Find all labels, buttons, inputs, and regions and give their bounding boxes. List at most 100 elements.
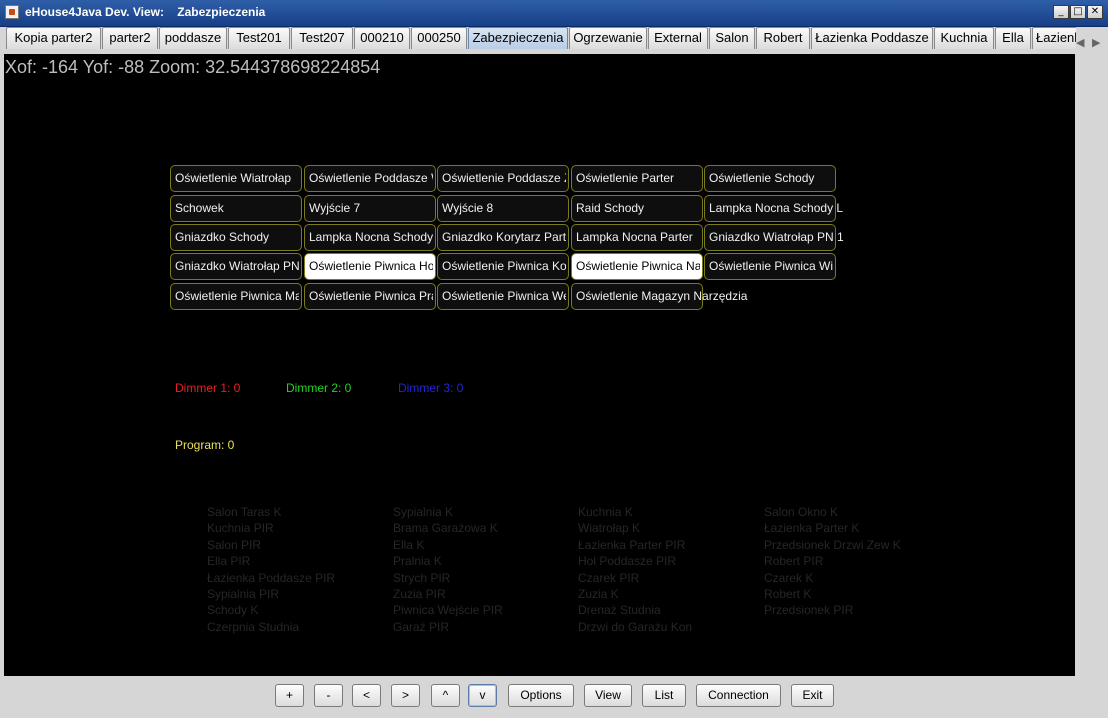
pan-left-button[interactable]: <: [352, 684, 381, 707]
dimmer-1-readout[interactable]: Dimmer 1: 0: [175, 381, 240, 395]
exit-button[interactable]: Exit: [791, 684, 834, 707]
tab-test201[interactable]: Test201: [228, 27, 290, 49]
java-app-icon: [5, 5, 19, 19]
sensor-item: Zuzia K: [578, 587, 619, 601]
output-label: Oświetlenie Poddasze Wejście: [309, 171, 433, 185]
output-label: Gniazdko Wiatrołap PN 1: [709, 230, 844, 244]
sensor-item: Wiatrołap K: [578, 521, 641, 536]
dimmer-2-readout[interactable]: Dimmer 2: 0: [286, 381, 351, 395]
output-button[interactable]: Oświetlenie Schody: [704, 165, 836, 192]
tab-salon[interactable]: Salon: [709, 27, 755, 49]
output-button[interactable]: Oświetlenie Poddasze Wejście: [304, 165, 436, 192]
output-button[interactable]: Oświetlenie Piwnica Wino: [704, 253, 836, 280]
sensor-item: Sypialnia K: [393, 505, 454, 519]
sensor-item: Zuzia PIR: [393, 587, 446, 601]
output-label: Gniazdko Wiatrołap PN 2: [175, 259, 299, 273]
output-button[interactable]: Lampka Nocna Schody P: [304, 224, 436, 251]
output-button[interactable]: Oświetlenie Piwnica Magazyn: [170, 283, 302, 310]
tab-ella[interactable]: Ella: [995, 27, 1031, 49]
output-button[interactable]: Oświetlenie Piwnica Hol: [304, 253, 436, 280]
sensor-item: Łazienka Parter PIR: [578, 537, 686, 552]
tab-external[interactable]: External: [648, 27, 708, 49]
output-button[interactable]: Gniazdko Wiatrołap PN 1: [704, 224, 844, 251]
sensor-item: Przedsionek PIR: [764, 603, 854, 618]
output-label: Lampka Nocna Schody P: [309, 230, 433, 244]
output-button[interactable]: Wyjście 8: [437, 195, 569, 222]
pan-up-button[interactable]: ^: [431, 684, 460, 707]
output-label: Oświetlenie Piwnica Pralnia: [309, 289, 433, 303]
sensor-item: Czerpnia Studnia: [207, 619, 300, 634]
sensor-item: Łazienka Poddasze PIR: [207, 570, 336, 585]
output-button[interactable]: Oświetlenie Magazyn Narzędzia: [571, 283, 747, 310]
tab--azienka-poddasze[interactable]: Łazienka Poddasze: [811, 27, 933, 49]
output-label: Gniazdko Korytarz Parter: [442, 230, 566, 244]
output-label: Oświetlenie Piwnica Narzędzia: [576, 259, 700, 273]
sensor-item: Piwnica Wejście PIR: [393, 603, 503, 618]
output-label: Oświetlenie Piwnica Hol: [309, 259, 433, 273]
pan-down-button[interactable]: v: [468, 684, 497, 707]
output-button[interactable]: Oświetlenie Piwnica Narzędzia: [571, 253, 703, 280]
maximize-button[interactable]: □: [1070, 5, 1086, 19]
sensor-item: Drenaż Studnia: [578, 603, 661, 618]
tab-robert[interactable]: Robert: [756, 27, 810, 49]
output-button[interactable]: Raid Schody: [571, 195, 703, 222]
sensor-item: Czarek PIR: [578, 570, 640, 585]
close-button[interactable]: ✕: [1087, 5, 1103, 19]
output-button[interactable]: Lampka Nocna Parter: [571, 224, 703, 251]
tab--azienka[interactable]: Łazienka: [1032, 27, 1076, 49]
connection-button[interactable]: Connection: [696, 684, 781, 707]
output-button[interactable]: Oświetlenie Wiatrołap: [170, 165, 302, 192]
tab-scroll-right-icon[interactable]: ▶: [1092, 36, 1100, 49]
tab-zabezpieczenia[interactable]: Zabezpieczenia: [468, 27, 568, 49]
tab-scroll-left-icon[interactable]: ◀: [1076, 36, 1084, 49]
tab-000210[interactable]: 000210: [354, 27, 410, 49]
title-bar: eHouse4Java Dev. View: Zabezpieczenia _ …: [0, 0, 1108, 27]
sensor-item: Drzwi do Garażu Kon: [578, 619, 693, 634]
sensor-item: Robert PIR: [764, 554, 824, 569]
tab-000250[interactable]: 000250: [411, 27, 467, 49]
program-readout: Program: 0: [175, 438, 235, 452]
tab-strip: Kopia parter2 parter2 poddasze Test201 Test2…: [6, 26, 1076, 50]
view-button[interactable]: View: [584, 684, 632, 707]
output-button[interactable]: Lampka Nocna Schody L: [704, 195, 843, 222]
sensor-item: Kuchnia PIR: [207, 521, 274, 536]
output-label: Oświetlenie Piwnica Magazyn: [175, 289, 299, 303]
sensor-item: Czarek K: [764, 570, 814, 585]
output-button[interactable]: Gniazdko Korytarz Parter: [437, 224, 569, 251]
output-label: Oświetlenie Schody: [709, 171, 815, 185]
output-button[interactable]: Schowek: [170, 195, 302, 222]
zoom-offset-readout: Xof: -164 Yof: -88 Zoom: 32.544378698224…: [5, 57, 381, 77]
sensor-item: Ella K: [393, 537, 425, 552]
tab-poddasze[interactable]: poddasze: [159, 27, 227, 49]
tab-kopia-parter2[interactable]: Kopia parter2: [6, 27, 101, 49]
sensor-item: Salon Taras K: [207, 505, 282, 519]
output-button[interactable]: Oświetlenie Piwnica Pralnia: [304, 283, 436, 310]
tab-parter2[interactable]: parter2: [102, 27, 158, 49]
sensor-item: Kuchnia K: [578, 505, 633, 519]
tab-kuchnia[interactable]: Kuchnia: [934, 27, 994, 49]
output-label: Oświetlenie Piwnica Wino: [709, 259, 833, 273]
zoom-in-button[interactable]: +: [275, 684, 304, 707]
tab-test207[interactable]: Test207: [291, 27, 353, 49]
tab-ogrzewanie[interactable]: Ogrzewanie: [569, 27, 647, 49]
zoom-out-button[interactable]: -: [314, 684, 343, 707]
output-label: Oświetlenie Poddasze Zachód: [442, 171, 566, 185]
dimmer-3-readout[interactable]: Dimmer 3: 0: [398, 381, 463, 395]
output-button[interactable]: Gniazdko Schody: [170, 224, 302, 251]
sensor-item: Salon Okno K: [764, 505, 839, 519]
output-button[interactable]: Wyjście 7: [304, 195, 436, 222]
list-button[interactable]: List: [642, 684, 686, 707]
output-label: Oświetlenie Piwnica Korytarz: [442, 259, 566, 273]
minimize-button[interactable]: _: [1053, 5, 1069, 19]
output-button[interactable]: Gniazdko Wiatrołap PN 2: [170, 253, 302, 280]
pan-right-button[interactable]: >: [391, 684, 420, 707]
output-button[interactable]: Oświetlenie Piwnica Wejście: [437, 283, 569, 310]
sensor-item: Robert K: [764, 587, 812, 601]
sensor-item: Pralnia K: [393, 554, 442, 569]
options-button[interactable]: Options: [508, 684, 574, 707]
output-button[interactable]: Oświetlenie Poddasze Zachód: [437, 165, 569, 192]
view-canvas[interactable]: Xof: -164 Yof: -88 Zoom: 32.544378698224…: [4, 54, 1075, 676]
window-title: eHouse4Java Dev. View: Zabezpieczenia: [25, 5, 266, 19]
output-button[interactable]: Oświetlenie Piwnica Korytarz: [437, 253, 569, 280]
output-button[interactable]: Oświetlenie Parter: [571, 165, 703, 192]
